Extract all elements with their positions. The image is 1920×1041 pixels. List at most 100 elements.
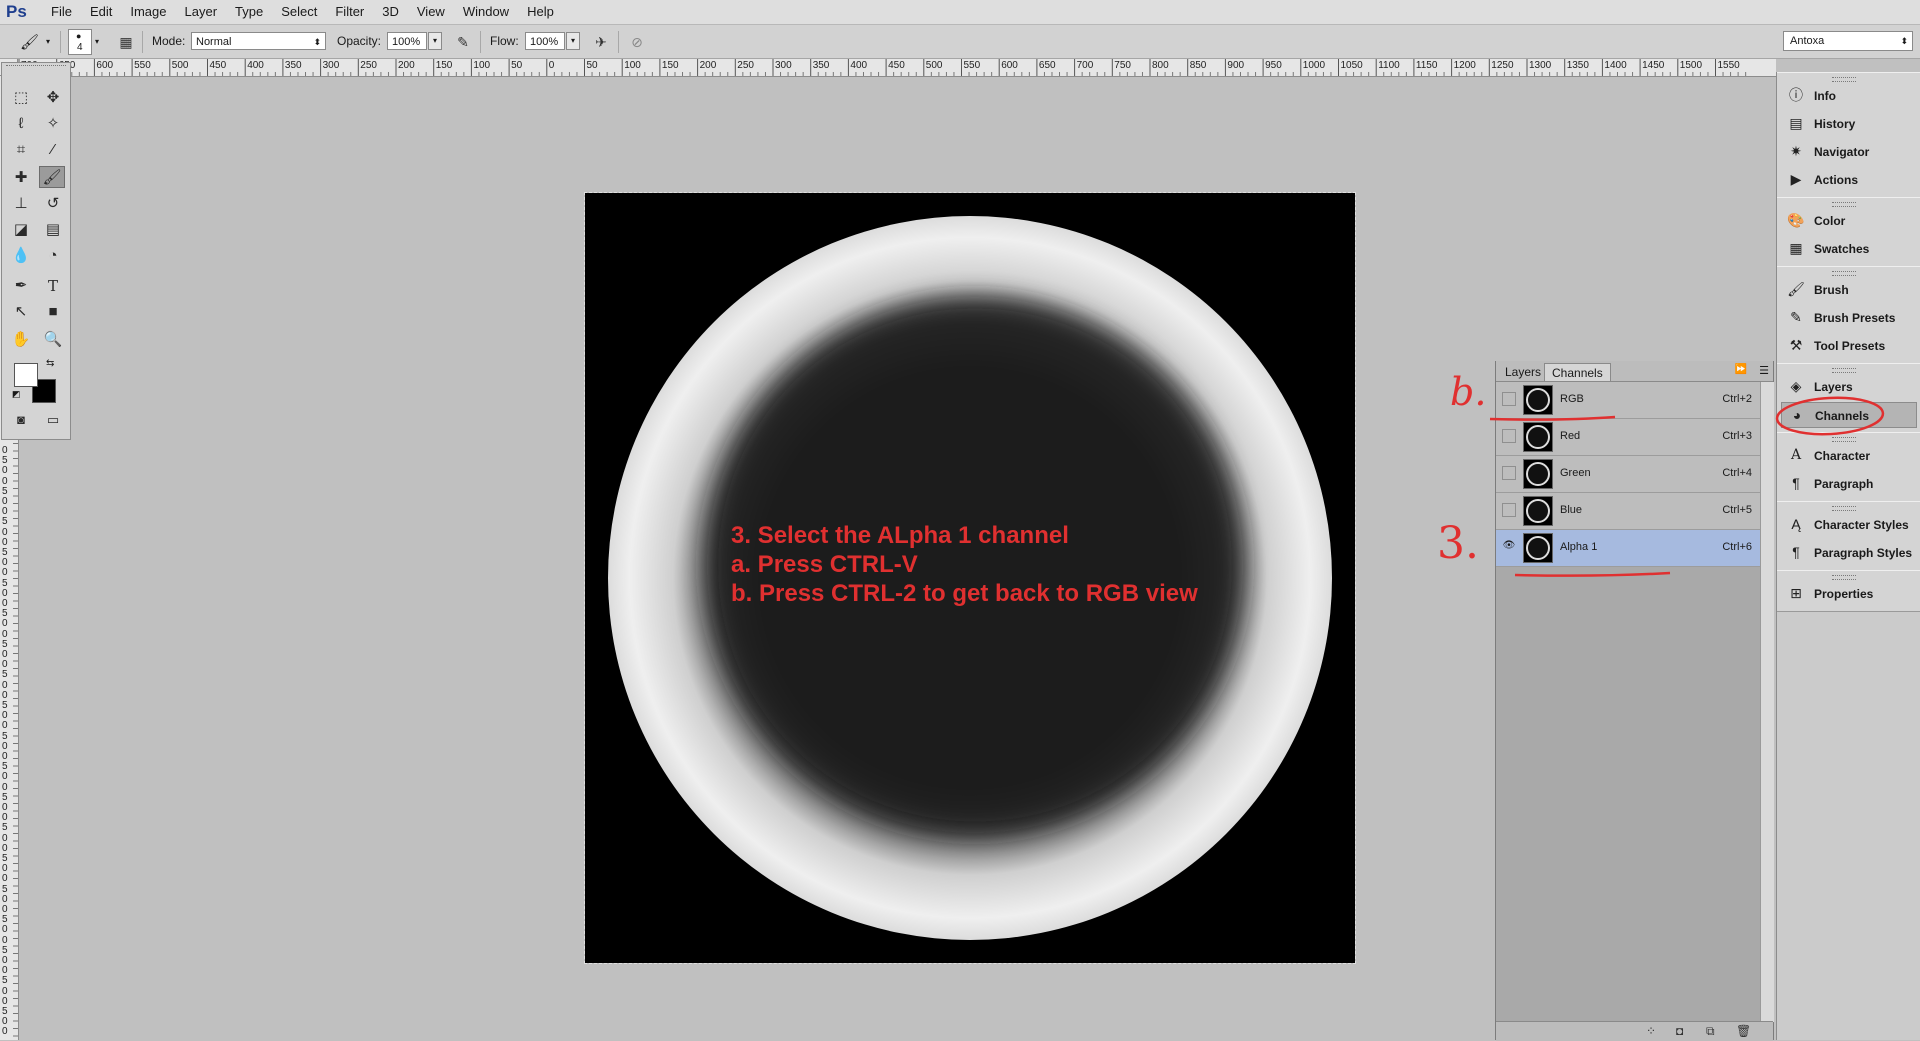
menu-layer[interactable]: Layer bbox=[176, 0, 227, 24]
channel-name: Alpha 1 bbox=[1560, 541, 1598, 553]
pen-tool-icon[interactable]: ✒ bbox=[8, 275, 34, 297]
group-grip[interactable] bbox=[1832, 368, 1856, 373]
separator bbox=[142, 31, 143, 53]
annotation-line-3: b. Press CTRL-2 to get back to RGB view bbox=[731, 580, 1198, 607]
eye-icon[interactable]: 👁 bbox=[1502, 540, 1516, 554]
panel-scrollbar[interactable] bbox=[1760, 382, 1774, 1022]
dodge-tool-icon[interactable]: ◔ bbox=[40, 245, 66, 267]
dock-item-info[interactable]: ⓘ Info bbox=[1781, 83, 1917, 109]
menu-help[interactable]: Help bbox=[518, 0, 563, 24]
opacity-dropdown-arrow-icon[interactable]: ▾ bbox=[428, 32, 442, 50]
hand-tool-icon[interactable]: ✋ bbox=[8, 329, 34, 351]
dock-item-brush-presets[interactable]: ✎ Brush Presets bbox=[1781, 305, 1917, 331]
collapse-panel-icon[interactable]: ⏩ bbox=[1735, 364, 1747, 375]
rectangle-tool-icon[interactable]: ■ bbox=[40, 301, 66, 323]
menu-view[interactable]: View bbox=[408, 0, 454, 24]
visibility-toggle[interactable] bbox=[1502, 503, 1516, 517]
group-grip[interactable] bbox=[1832, 77, 1856, 82]
gradient-tool-icon[interactable]: ▤ bbox=[40, 219, 66, 241]
panel-menu-icon[interactable]: ☰ bbox=[1759, 364, 1769, 377]
clone-stamp-tool-icon[interactable]: ⊥ bbox=[8, 193, 34, 215]
magic-wand-tool-icon[interactable]: ✧ bbox=[40, 113, 66, 135]
dock-item-paragraph[interactable]: ¶ Paragraph bbox=[1781, 471, 1917, 497]
screen-mode-icon[interactable]: ▭ bbox=[40, 409, 66, 431]
move-tool-icon[interactable]: ✥ bbox=[40, 87, 66, 109]
tab-layers[interactable]: Layers bbox=[1498, 363, 1548, 381]
dock-item-swatches[interactable]: ▦ Swatches bbox=[1781, 236, 1917, 262]
dock-item-character-styles[interactable]: Ą Character Styles bbox=[1781, 512, 1917, 538]
tab-channels[interactable]: Channels bbox=[1544, 363, 1611, 381]
brush-panel-toggle-icon[interactable]: ▦ bbox=[115, 31, 137, 53]
opacity-input[interactable]: 100% bbox=[387, 32, 427, 50]
trash-icon[interactable]: 🗑 bbox=[1736, 1024, 1751, 1038]
channel-row-green[interactable]: Green Ctrl+4 bbox=[1496, 456, 1760, 493]
dock-item-tool-presets[interactable]: ⚒ Tool Presets bbox=[1781, 333, 1917, 359]
brush-picker-arrow-icon[interactable]: ▾ bbox=[95, 37, 99, 46]
mode-select[interactable]: Normal ⬍ bbox=[191, 32, 326, 50]
dock-item-navigator[interactable]: ✷ Navigator bbox=[1781, 139, 1917, 165]
channel-row-alpha-1[interactable]: 👁 Alpha 1 Ctrl+6 bbox=[1496, 530, 1760, 567]
ruler-label: 50 bbox=[586, 60, 598, 71]
menu-edit[interactable]: Edit bbox=[81, 0, 121, 24]
default-colors-icon[interactable]: ◩ bbox=[12, 389, 21, 400]
menu-window[interactable]: Window bbox=[454, 0, 518, 24]
group-grip[interactable] bbox=[1832, 271, 1856, 276]
menu-file[interactable]: File bbox=[42, 0, 81, 24]
dock-item-channels[interactable]: ◕ Channels bbox=[1781, 402, 1917, 428]
airbrush-icon[interactable]: ✈ bbox=[590, 31, 612, 53]
document-canvas[interactable]: 3. Select the ALpha 1 channel a. Press C… bbox=[584, 192, 1356, 964]
dock-item-properties[interactable]: ⊞ Properties bbox=[1781, 581, 1917, 607]
quick-mask-icon[interactable]: ◙ bbox=[8, 409, 34, 431]
dock-item-actions[interactable]: ▶ Actions bbox=[1781, 167, 1917, 193]
swap-colors-icon[interactable]: ⇆ bbox=[46, 358, 54, 369]
crop-tool-icon[interactable]: ⌗ bbox=[8, 139, 34, 161]
menu-filter[interactable]: Filter bbox=[326, 0, 373, 24]
brush-tool-icon[interactable]: 🖌 bbox=[39, 166, 65, 188]
dock-item-paragraph-styles[interactable]: ¶ Paragraph Styles bbox=[1781, 540, 1917, 566]
visibility-toggle[interactable] bbox=[1502, 392, 1516, 406]
toolbox-grip[interactable] bbox=[6, 65, 66, 72]
group-grip[interactable] bbox=[1832, 202, 1856, 207]
group-grip[interactable] bbox=[1832, 506, 1856, 511]
ruler-label: 300 bbox=[775, 60, 792, 71]
horizontal-ruler[interactable]: 7006506005505004504003503002502001501005… bbox=[18, 59, 1776, 77]
eraser-tool-icon[interactable]: ◪ bbox=[8, 219, 34, 241]
brush-preset-picker[interactable]: ● 4 bbox=[68, 29, 92, 55]
zoom-tool-icon[interactable]: 🔍 bbox=[40, 329, 66, 351]
flow-dropdown-arrow-icon[interactable]: ▾ bbox=[566, 32, 580, 50]
group-grip[interactable] bbox=[1832, 437, 1856, 442]
lasso-tool-icon[interactable]: ℓ bbox=[8, 113, 34, 135]
visibility-toggle[interactable] bbox=[1502, 466, 1516, 480]
load-selection-icon[interactable]: ⁘ bbox=[1646, 1024, 1656, 1038]
channel-row-red[interactable]: Red Ctrl+3 bbox=[1496, 419, 1760, 456]
dock-item-color[interactable]: 🎨 Color bbox=[1781, 208, 1917, 234]
menu-image[interactable]: Image bbox=[121, 0, 175, 24]
channel-row-blue[interactable]: Blue Ctrl+5 bbox=[1496, 493, 1760, 530]
group-grip[interactable] bbox=[1832, 575, 1856, 580]
menu-3d[interactable]: 3D bbox=[373, 0, 408, 24]
dock-item-brush[interactable]: 🖌 Brush bbox=[1781, 277, 1917, 303]
channel-row-rgb[interactable]: RGB Ctrl+2 bbox=[1496, 382, 1760, 419]
type-tool-icon[interactable]: T bbox=[40, 275, 66, 297]
save-selection-icon[interactable]: ◘ bbox=[1676, 1024, 1683, 1038]
dock-item-layers[interactable]: ◈ Layers bbox=[1781, 374, 1917, 400]
tool-preset-arrow-icon[interactable]: ▾ bbox=[46, 37, 50, 46]
eyedropper-tool-icon[interactable]: ⁄ bbox=[40, 139, 66, 161]
workspace-switcher[interactable]: Antoxa ⬍ bbox=[1783, 31, 1913, 51]
visibility-toggle[interactable] bbox=[1502, 429, 1516, 443]
dock-item-history[interactable]: ▤ History bbox=[1781, 111, 1917, 137]
healing-brush-tool-icon[interactable]: ✚ bbox=[8, 167, 34, 189]
dock-item-character[interactable]: A Character bbox=[1781, 443, 1917, 469]
marquee-tool-icon[interactable]: ⬚ bbox=[8, 87, 34, 109]
path-selection-tool-icon[interactable]: ↖ bbox=[8, 301, 34, 323]
menu-type[interactable]: Type bbox=[226, 0, 272, 24]
flow-input[interactable]: 100% bbox=[525, 32, 565, 50]
brush-tool-icon[interactable]: 🖌 bbox=[20, 33, 39, 51]
pressure-opacity-icon[interactable]: ✎ bbox=[452, 31, 474, 53]
menu-select[interactable]: Select bbox=[272, 0, 326, 24]
pressure-size-icon[interactable]: ⊘ bbox=[626, 31, 648, 53]
new-channel-icon[interactable]: ⧉ bbox=[1706, 1024, 1715, 1039]
blur-tool-icon[interactable]: 💧 bbox=[8, 245, 34, 267]
foreground-color-swatch[interactable] bbox=[14, 363, 38, 387]
history-brush-tool-icon[interactable]: ↺ bbox=[40, 193, 66, 215]
